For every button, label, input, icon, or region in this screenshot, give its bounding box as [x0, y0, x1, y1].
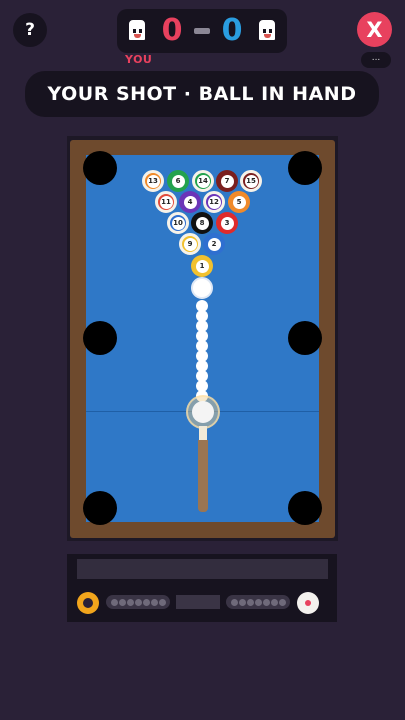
pocket-middle-left: [83, 321, 117, 355]
ball-number: 11: [159, 195, 173, 209]
ball-12: 12: [203, 191, 225, 213]
ball-number: 2: [207, 237, 221, 251]
cue-stick[interactable]: [198, 440, 208, 512]
ball-number: 7: [220, 174, 234, 188]
slot: [134, 598, 142, 606]
close-button[interactable]: X: [357, 12, 392, 47]
player-avatar-icon: [127, 18, 147, 42]
ball-10: 10: [167, 212, 189, 234]
eight-ball-slot: [176, 595, 220, 609]
you-label: YOU: [125, 53, 153, 66]
pocket-top-left: [83, 151, 117, 185]
opponent-avatar-icon: [257, 18, 277, 42]
slot: [262, 598, 270, 606]
ghost-ball: [191, 277, 213, 299]
slot: [110, 598, 118, 606]
slot: [142, 598, 150, 606]
pocket-middle-right: [288, 321, 322, 355]
ball-number: 10: [171, 216, 185, 230]
slot: [230, 598, 238, 606]
slot: [150, 598, 158, 606]
player-pocketed-slots: [106, 595, 170, 609]
ball-number: 4: [183, 195, 197, 209]
ball-15: 15: [240, 170, 262, 192]
cue-stick-tip: [199, 426, 207, 440]
player-badge-icon: [77, 592, 99, 614]
ball-number: 8: [195, 216, 209, 230]
slot: [158, 598, 166, 606]
slot: [126, 598, 134, 606]
pocket-bottom-left: [83, 491, 117, 525]
ball-number: 1: [195, 259, 209, 273]
ball-3: 3: [216, 212, 238, 234]
ball-7: 7: [216, 170, 238, 192]
ball-5: 5: [228, 191, 250, 213]
opponent-score: 0: [221, 13, 243, 48]
ball-11: 11: [155, 191, 177, 213]
player-score: 0: [161, 13, 183, 48]
ball-9: 9: [179, 233, 201, 255]
slot: [246, 598, 254, 606]
chat-more-button[interactable]: ...: [361, 52, 391, 68]
pocket-bottom-right: [288, 491, 322, 525]
opponent-pocketed-slots: [226, 595, 290, 609]
ball-1: 1: [191, 255, 213, 277]
ball-8: 8: [191, 212, 213, 234]
power-bar[interactable]: [77, 559, 328, 579]
ball-number: 3: [220, 216, 234, 230]
ball-6: 6: [167, 170, 189, 192]
ball-13: 13: [142, 170, 164, 192]
scoreboard: 0 0: [117, 9, 287, 53]
opponent-badge-icon: [297, 592, 319, 614]
ball-number: 13: [146, 174, 160, 188]
pocket-top-right: [288, 151, 322, 185]
slot: [238, 598, 246, 606]
ball-number: 15: [244, 174, 258, 188]
ball-number: 12: [207, 195, 221, 209]
ball-number: 14: [196, 174, 210, 188]
slot: [254, 598, 262, 606]
ball-2: 2: [203, 233, 225, 255]
cue-ball[interactable]: [192, 401, 214, 423]
ball-number: 5: [232, 195, 246, 209]
ball-number: 9: [183, 237, 197, 251]
help-button[interactable]: ?: [13, 13, 47, 47]
slot: [278, 598, 286, 606]
ball-4: 4: [179, 191, 201, 213]
slot: [118, 598, 126, 606]
ball-number: 6: [171, 174, 185, 188]
ball-14: 14: [192, 170, 214, 192]
slot: [270, 598, 278, 606]
score-separator: [194, 28, 210, 34]
turn-banner: YOUR SHOT · BALL IN HAND: [25, 71, 379, 117]
